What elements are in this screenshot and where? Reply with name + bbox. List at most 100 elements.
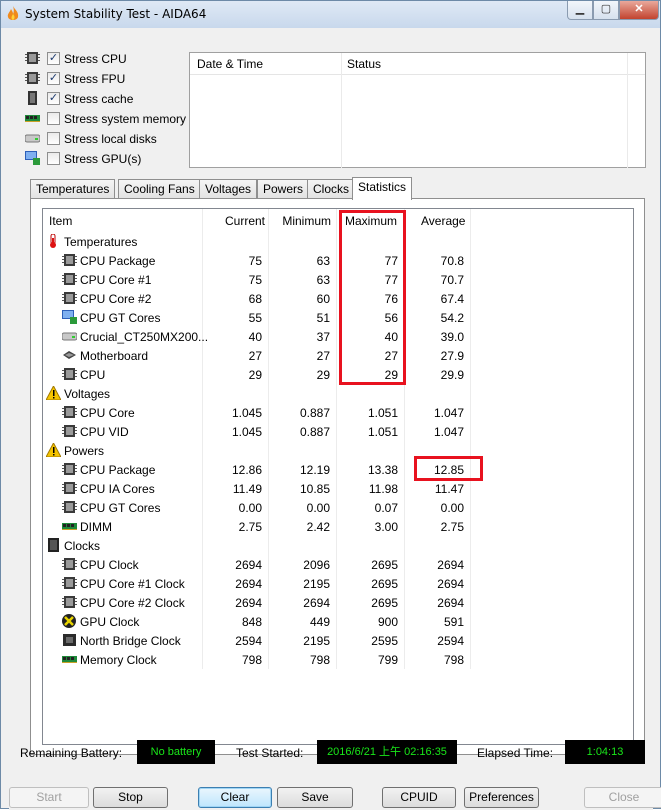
table-row[interactable]: Motherboard 27 27 27 27.9 — [43, 346, 633, 365]
group-row-clocks[interactable]: Clocks — [43, 536, 633, 555]
table-row[interactable]: CPU Core #1 75 63 77 70.7 — [43, 270, 633, 289]
table-row[interactable]: CPU 29 29 29 29.9 — [43, 365, 633, 384]
table-row[interactable]: CPU Package 12.86 12.19 13.38 12.85 — [43, 460, 633, 479]
motherboard-icon — [62, 348, 77, 362]
checkbox[interactable]: ✓ — [47, 92, 60, 105]
table-row[interactable]: North Bridge Clock 2594 2195 2595 2594 — [43, 631, 633, 650]
average-value: 54.2 — [440, 311, 464, 325]
average-value: 2594 — [437, 634, 464, 648]
group-row-temperatures[interactable]: Temperatures — [43, 232, 633, 251]
statistics-header-row: Item Current Minimum Maximum Average — [43, 211, 633, 230]
minimize-button[interactable]: ▁ — [567, 1, 593, 20]
column-header-date-time[interactable]: Date & Time — [197, 57, 263, 71]
column-header-item[interactable]: Item — [49, 214, 72, 228]
minimum-value: 63 — [316, 273, 330, 287]
maximum-value: 900 — [377, 615, 398, 629]
current-value: 1.045 — [231, 425, 262, 439]
average-value: 2694 — [437, 577, 464, 591]
table-row[interactable]: CPU GT Cores 0.00 0.00 0.07 0.00 — [43, 498, 633, 517]
stress-option-label: Stress local disks — [64, 132, 157, 146]
tab-cooling-fans[interactable]: Cooling Fans — [118, 179, 201, 199]
item-label: DIMM — [80, 520, 112, 534]
current-value: 848 — [241, 615, 262, 629]
current-value: 798 — [241, 653, 262, 667]
thermometer-icon — [46, 233, 61, 248]
table-row[interactable]: CPU IA Cores 11.49 10.85 11.98 11.47 — [43, 479, 633, 498]
tab-clocks[interactable]: Clocks — [307, 179, 356, 199]
column-header-minimum[interactable]: Minimum — [271, 214, 331, 228]
minimum-value: 0.887 — [299, 406, 330, 420]
close-button[interactable]: Close — [584, 787, 661, 808]
maximum-value: 1.051 — [367, 425, 398, 439]
table-row[interactable]: CPU VID 1.045 0.887 1.051 1.047 — [43, 422, 633, 441]
close-icon: ✕ — [634, 3, 644, 15]
title-bar[interactable]: System Stability Test - AIDA64 ▁ ▢ ✕ — [1, 1, 660, 28]
elapsed-time-label: Elapsed Time: — [477, 746, 554, 760]
minimum-value: 37 — [316, 330, 330, 344]
average-value: 29.9 — [440, 368, 464, 382]
group-row-powers[interactable]: Powers — [43, 441, 633, 460]
average-value: 1.047 — [433, 425, 464, 439]
column-divider — [627, 53, 628, 168]
current-value: 0.00 — [238, 501, 262, 515]
item-label: Memory Clock — [80, 653, 157, 667]
save-button[interactable]: Save — [277, 787, 353, 808]
cache-chip-icon — [25, 91, 41, 105]
table-row[interactable]: DIMM 2.75 2.42 3.00 2.75 — [43, 517, 633, 536]
table-row[interactable]: CPU Package 75 63 77 70.8 — [43, 251, 633, 270]
close-window-button[interactable]: ✕ — [619, 1, 659, 20]
table-row[interactable]: CPU Core 1.045 0.887 1.051 1.047 — [43, 403, 633, 422]
maximum-value: 2595 — [371, 634, 398, 648]
checkbox[interactable]: ✓ — [47, 72, 60, 85]
cpuid-button[interactable]: CPUID — [382, 787, 456, 808]
tab-voltages[interactable]: Voltages — [199, 179, 258, 199]
status-log-list[interactable]: Date & Time Status — [189, 52, 646, 168]
minimum-value: 798 — [309, 653, 330, 667]
table-row[interactable]: CPU Core #2 Clock 2694 2694 2695 2694 — [43, 593, 633, 612]
stress-option-label: Stress FPU — [64, 72, 126, 86]
column-header-status[interactable]: Status — [347, 57, 381, 71]
average-value: 39.0 — [440, 330, 464, 344]
checkbox[interactable] — [47, 152, 60, 165]
current-value: 75 — [248, 254, 262, 268]
column-header-average[interactable]: Average — [421, 214, 465, 228]
monitor-gpu-icon — [62, 310, 77, 324]
table-row[interactable]: Memory Clock 798 798 799 798 — [43, 650, 633, 669]
item-label: Crucial_CT250MX200... — [80, 330, 209, 344]
preferences-button[interactable]: Preferences — [464, 787, 539, 808]
checkbox[interactable]: ✓ — [47, 52, 60, 65]
cpu-chip-icon — [62, 424, 77, 438]
column-header-current[interactable]: Current — [203, 214, 265, 228]
battery-value: No battery — [137, 740, 215, 764]
table-row[interactable]: CPU Clock 2694 2096 2695 2694 — [43, 555, 633, 574]
table-row[interactable]: CPU Core #2 68 60 76 67.4 — [43, 289, 633, 308]
start-button[interactable]: Start — [9, 787, 89, 808]
table-row[interactable]: CPU Core #1 Clock 2694 2195 2695 2694 — [43, 574, 633, 593]
cpu-chip-icon — [62, 253, 77, 267]
item-label: CPU Package — [80, 463, 156, 477]
minimum-value: 60 — [316, 292, 330, 306]
maximum-value: 2695 — [371, 577, 398, 591]
table-row[interactable]: GPU Clock 848 449 900 591 — [43, 612, 633, 631]
xbox-gpu-icon — [62, 614, 77, 628]
statistics-table[interactable]: Item Current Minimum Maximum Average Tem… — [42, 208, 634, 745]
clear-button[interactable]: Clear — [198, 787, 272, 808]
current-value: 75 — [248, 273, 262, 287]
group-row-voltages[interactable]: Voltages — [43, 384, 633, 403]
tab-temperatures[interactable]: Temperatures — [30, 179, 116, 199]
battery-label: Remaining Battery: — [20, 746, 123, 760]
tab-powers[interactable]: Powers — [257, 179, 310, 199]
maximum-value: 2695 — [371, 596, 398, 610]
table-row[interactable]: Crucial_CT250MX200... 40 37 40 39.0 — [43, 327, 633, 346]
cpu-chip-icon — [62, 291, 77, 305]
item-label: CPU Core #2 Clock — [80, 596, 185, 610]
current-value: 12.86 — [231, 463, 262, 477]
item-label: CPU GT Cores — [80, 501, 161, 515]
average-value: 70.7 — [440, 273, 464, 287]
checkbox[interactable] — [47, 132, 60, 145]
table-row[interactable]: CPU GT Cores 55 51 56 54.2 — [43, 308, 633, 327]
checkbox[interactable] — [47, 112, 60, 125]
tab-statistics[interactable]: Statistics — [352, 177, 413, 200]
maximize-button[interactable]: ▢ — [593, 1, 619, 20]
stop-button[interactable]: Stop — [93, 787, 168, 808]
